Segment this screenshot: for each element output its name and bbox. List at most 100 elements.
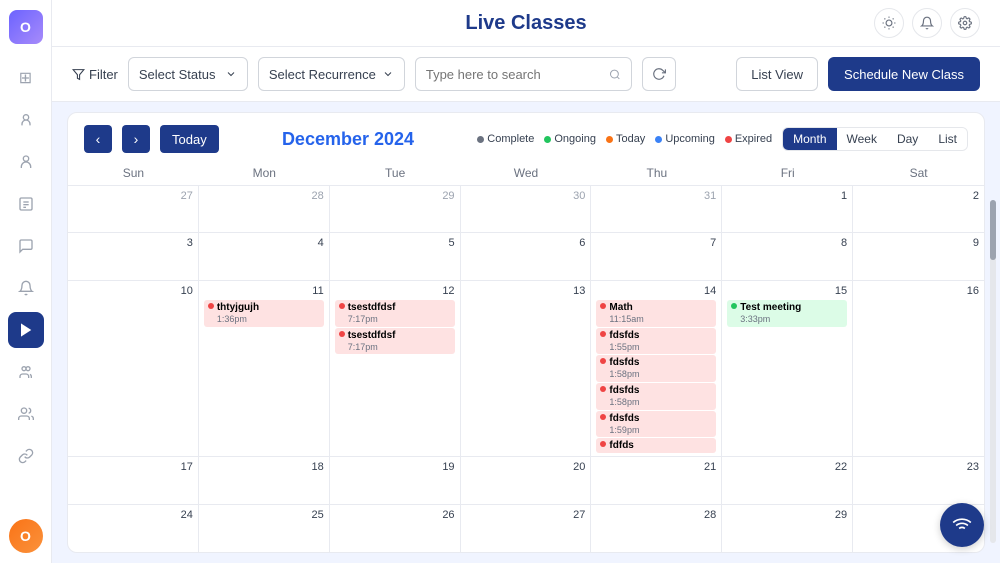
cal-cell[interactable]: 22 [722,457,853,503]
today-button[interactable]: Today [160,125,219,153]
legend-expired: Expired [725,133,772,145]
prev-month-button[interactable]: ‹ [84,125,112,153]
cal-cell[interactable]: 2 [853,186,984,232]
cal-cell[interactable]: 20 [461,457,592,503]
cal-cell[interactable]: 28 [199,186,330,232]
event-pill[interactable]: tsestdfdsf 7:17pm [335,328,455,355]
help-widget[interactable] [940,503,984,547]
next-month-button[interactable]: › [122,125,150,153]
bell-icon-btn[interactable] [912,8,942,38]
event-pill[interactable]: fdsfds 1:59pm [596,411,716,438]
sidebar-item-users[interactable] [8,144,44,180]
cal-cell[interactable]: 3 [68,233,199,279]
lightbulb-icon-btn[interactable] [874,8,904,38]
cal-cell[interactable]: 5 [330,233,461,279]
legend-today: Today [606,133,645,145]
tab-month[interactable]: Month [783,128,836,150]
refresh-button[interactable] [642,57,676,91]
sidebar-item-courses[interactable] [8,102,44,138]
scrollbar-thumb[interactable] [990,200,996,260]
sidebar-item-announcements[interactable] [8,270,44,306]
cal-cell[interactable]: 9 [853,233,984,279]
gear-icon-btn[interactable] [950,8,980,38]
tab-day[interactable]: Day [887,128,928,150]
cal-cell[interactable]: 21 [591,457,722,503]
page-title: Live Classes [465,12,586,35]
tab-week[interactable]: Week [837,128,887,150]
status-select[interactable]: Select Status [128,57,248,91]
event-pill[interactable]: thtyjgujh 1:36pm [204,300,324,327]
sidebar-item-live-classes[interactable] [8,312,44,348]
event-pill[interactable]: fdsfds 1:58pm [596,383,716,410]
event-dot [600,414,606,420]
cal-cell[interactable]: 13 [461,281,592,457]
app-logo[interactable]: O [9,10,43,44]
upcoming-dot [655,136,662,143]
cal-cell[interactable]: 10 [68,281,199,457]
event-dot [339,303,345,309]
cal-cell[interactable]: 11 thtyjgujh 1:36pm [199,281,330,457]
calendar-header: ‹ › Today December 2024 Complete Ongoing… [68,113,984,161]
cal-cell[interactable]: 23 [853,457,984,503]
calendar-month-year: December 2024 [229,129,468,150]
sidebar-item-dashboard[interactable]: ⊞ [8,60,44,96]
cal-cell[interactable]: 4 [199,233,330,279]
view-tabs: Month Week Day List [782,127,968,151]
tab-list[interactable]: List [928,128,967,150]
sidebar-item-achievements[interactable] [8,396,44,432]
sidebar-item-integrations[interactable] [8,438,44,474]
today-dot [606,136,613,143]
event-pill[interactable]: Test meeting 3:33pm [727,300,847,327]
event-pill[interactable]: fdsfds 1:55pm [596,328,716,355]
event-pill[interactable]: fdsfds 1:58pm [596,355,716,382]
cal-cell[interactable]: 18 [199,457,330,503]
cal-cell[interactable]: 24 [68,505,199,552]
header-icons [874,8,980,38]
page-header: Live Classes [52,0,1000,47]
cal-cell[interactable]: 7 [591,233,722,279]
cal-cell[interactable]: 27 [461,505,592,552]
search-box[interactable] [415,57,632,91]
avatar[interactable]: O [9,519,43,553]
list-view-button[interactable]: List View [736,57,818,91]
event-pill[interactable]: tsestdfdsf 7:17pm [335,300,455,327]
cal-cell[interactable]: 1 [722,186,853,232]
cal-cell[interactable]: 8 [722,233,853,279]
legend-ongoing: Ongoing [544,133,596,145]
cal-cell[interactable]: 28 [591,505,722,552]
main-content: Live Classes Filter Select Status Select… [52,0,1000,563]
cal-cell[interactable]: 31 [591,186,722,232]
week-row: 24 25 26 27 28 29 30 [68,505,984,552]
cal-cell[interactable]: 29 [722,505,853,552]
event-pill[interactable]: Math 11:15am [596,300,716,327]
sidebar-item-chat[interactable] [8,228,44,264]
cal-cell[interactable]: 19 [330,457,461,503]
cal-cell[interactable]: 14 Math 11:15am fdsfds [591,281,722,457]
cal-cell[interactable]: 30 [461,186,592,232]
cal-cell[interactable]: 12 tsestdfdsf 7:17pm tsestdfdsf [330,281,461,457]
cal-cell[interactable]: 27 [68,186,199,232]
toolbar: Filter Select Status Select Recurrence L… [52,47,1000,102]
complete-dot [477,136,484,143]
event-dot [731,303,737,309]
cal-cell[interactable]: 26 [330,505,461,552]
search-input[interactable] [426,67,603,82]
cal-cell[interactable]: 25 [199,505,330,552]
event-dot [208,303,214,309]
day-header-wed: Wed [461,161,592,185]
scrollbar-track[interactable] [990,200,996,543]
sidebar-item-reports[interactable] [8,186,44,222]
sidebar-item-groups[interactable] [8,354,44,390]
cal-cell[interactable]: 15 Test meeting 3:33pm [722,281,853,457]
schedule-new-class-button[interactable]: Schedule New Class [828,57,980,91]
event-pill[interactable]: fdfds [596,438,716,453]
event-dot [600,358,606,364]
cal-cell[interactable]: 6 [461,233,592,279]
recurrence-select[interactable]: Select Recurrence [258,57,405,91]
event-dot [339,331,345,337]
cal-cell[interactable]: 17 [68,457,199,503]
event-dot [600,303,606,309]
cal-cell[interactable]: 16 [853,281,984,457]
cal-cell[interactable]: 29 [330,186,461,232]
filter-label: Filter [72,67,118,82]
